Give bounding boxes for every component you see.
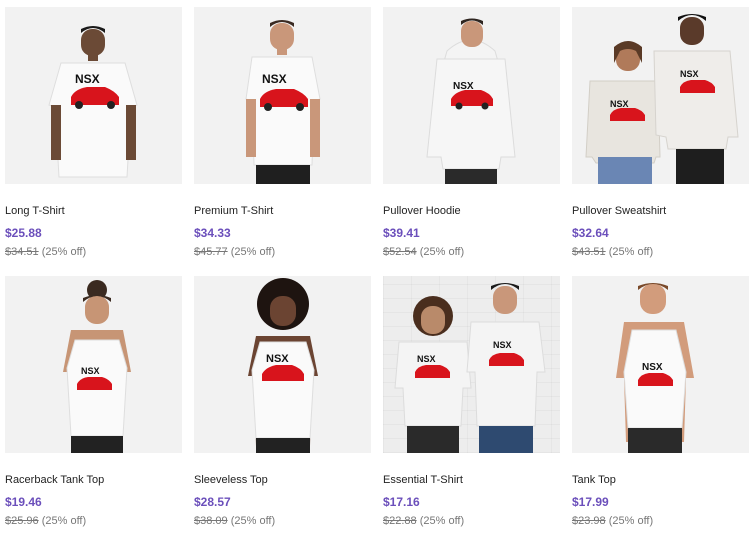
product-title[interactable]: Long T-Shirt xyxy=(5,205,65,217)
product-image[interactable]: NSX xyxy=(572,276,749,453)
product-image[interactable]: NSX xyxy=(383,7,560,184)
discount-label: (25% off) xyxy=(41,515,87,527)
sale-price: $34.33 xyxy=(194,226,231,240)
product-image[interactable]: NSX xyxy=(5,7,182,184)
original-price: $25.96 xyxy=(5,515,39,527)
sale-price: $17.99 xyxy=(572,495,609,509)
product-title[interactable]: Racerback Tank Top xyxy=(5,474,104,486)
product-image[interactable]: NSX xyxy=(194,276,371,453)
original-price-row: $22.88 (25% off) xyxy=(383,515,464,527)
product-title[interactable]: Premium T-Shirt xyxy=(194,205,273,217)
original-price-row: $52.54 (25% off) xyxy=(383,246,464,258)
discount-label: (25% off) xyxy=(230,515,276,527)
original-price-row: $45.77 (25% off) xyxy=(194,246,275,258)
discount-label: (25% off) xyxy=(230,246,276,258)
original-price-row: $23.98 (25% off) xyxy=(572,515,653,527)
product-image[interactable]: NSX NSX xyxy=(572,7,749,184)
original-price-row: $38.09 (25% off) xyxy=(194,515,275,527)
product-card-racerback-tank-top[interactable]: NSX Racerback Tank Top $19.46 $25.96 (25… xyxy=(5,276,182,538)
product-card-long-t-shirt[interactable]: NSX Long T-Shirt $25.88 $34.51 (25% off) xyxy=(5,7,182,269)
svg-text:NSX: NSX xyxy=(75,72,100,86)
svg-text:NSX: NSX xyxy=(81,366,100,376)
svg-text:NSX: NSX xyxy=(417,354,436,364)
original-price-row: $43.51 (25% off) xyxy=(572,246,653,258)
original-price-row: $34.51 (25% off) xyxy=(5,246,86,258)
svg-text:NSX: NSX xyxy=(642,362,663,373)
svg-text:NSX: NSX xyxy=(262,72,287,86)
product-card-essential-t-shirt[interactable]: NSX NSX Essential T-Shirt $17.16 $22.88 … xyxy=(383,276,560,538)
product-image[interactable]: NSX NSX xyxy=(383,276,560,453)
sale-price: $17.16 xyxy=(383,495,420,509)
product-image[interactable]: NSX xyxy=(5,276,182,453)
product-image[interactable]: NSX xyxy=(194,7,371,184)
original-price: $45.77 xyxy=(194,246,228,258)
discount-label: (25% off) xyxy=(41,246,87,258)
product-card-pullover-hoodie[interactable]: NSX Pullover Hoodie $39.41 $52.54 (25% o… xyxy=(383,7,560,269)
original-price: $34.51 xyxy=(5,246,39,258)
sale-price: $32.64 xyxy=(572,226,609,240)
discount-label: (25% off) xyxy=(608,515,654,527)
product-card-sleeveless-top[interactable]: NSX Sleeveless Top $28.57 $38.09 (25% of… xyxy=(194,276,371,538)
sale-price: $25.88 xyxy=(5,226,42,240)
svg-text:NSX: NSX xyxy=(680,69,699,79)
product-title[interactable]: Pullover Hoodie xyxy=(383,205,461,217)
original-price: $38.09 xyxy=(194,515,228,527)
original-price: $23.98 xyxy=(572,515,606,527)
discount-label: (25% off) xyxy=(419,246,465,258)
product-title[interactable]: Essential T-Shirt xyxy=(383,474,463,486)
sale-price: $39.41 xyxy=(383,226,420,240)
product-title[interactable]: Pullover Sweatshirt xyxy=(572,205,666,217)
discount-label: (25% off) xyxy=(419,515,465,527)
product-title[interactable]: Tank Top xyxy=(572,474,616,486)
svg-text:NSX: NSX xyxy=(493,340,512,350)
product-title[interactable]: Sleeveless Top xyxy=(194,474,268,486)
product-card-tank-top[interactable]: NSX Tank Top $17.99 $23.98 (25% off) xyxy=(572,276,749,538)
svg-text:NSX: NSX xyxy=(610,99,629,109)
original-price: $43.51 xyxy=(572,246,606,258)
discount-label: (25% off) xyxy=(608,246,654,258)
original-price: $52.54 xyxy=(383,246,417,258)
product-card-premium-t-shirt[interactable]: NSX Premium T-Shirt $34.33 $45.77 (25% o… xyxy=(194,7,371,269)
original-price: $22.88 xyxy=(383,515,417,527)
sale-price: $28.57 xyxy=(194,495,231,509)
product-grid: NSX Long T-Shirt $25.88 $34.51 (25% off)… xyxy=(0,0,750,530)
sale-price: $19.46 xyxy=(5,495,42,509)
product-card-pullover-sweatshirt[interactable]: NSX NSX Pullover Sweatshirt $32.64 $43.5… xyxy=(572,7,749,269)
original-price-row: $25.96 (25% off) xyxy=(5,515,86,527)
svg-text:NSX: NSX xyxy=(266,353,289,365)
